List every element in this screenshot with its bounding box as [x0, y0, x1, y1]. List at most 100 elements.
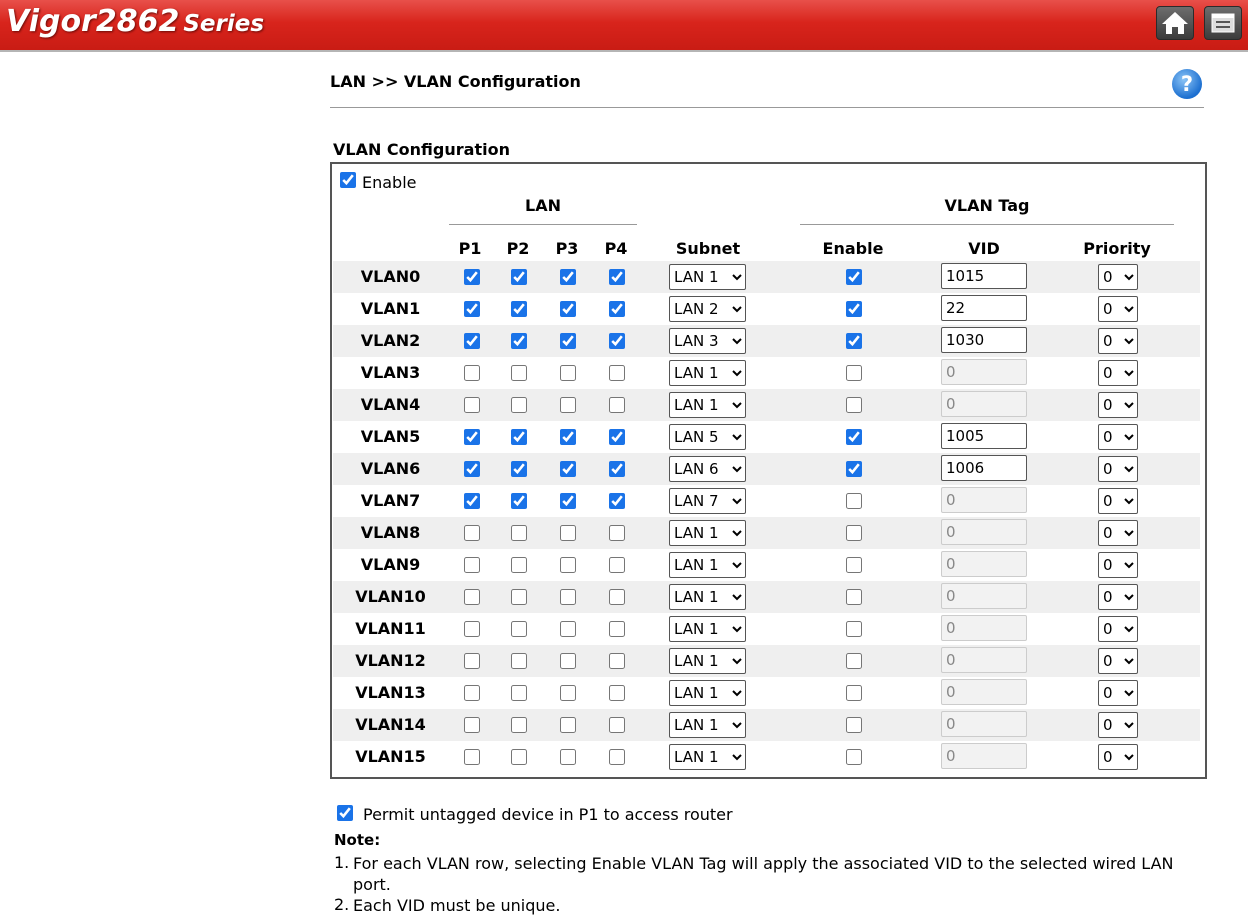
priority-select[interactable]: 0 [1098, 488, 1138, 514]
subnet-select[interactable]: LAN 1 [669, 712, 746, 738]
port-p1-checkbox[interactable] [464, 685, 480, 701]
vlan-tag-enable-checkbox[interactable] [846, 461, 862, 477]
vid-input[interactable] [941, 327, 1027, 353]
vlan-tag-enable-checkbox[interactable] [846, 333, 862, 349]
vid-input[interactable] [941, 487, 1027, 513]
port-p1-checkbox[interactable] [464, 525, 480, 541]
port-p2-checkbox[interactable] [511, 397, 527, 413]
help-icon[interactable]: ? [1172, 69, 1202, 99]
priority-select[interactable]: 0 [1098, 680, 1138, 706]
vlan-enable-checkbox[interactable] [340, 172, 356, 188]
vid-input[interactable] [941, 679, 1027, 705]
priority-select[interactable]: 0 [1098, 616, 1138, 642]
subnet-select[interactable]: LAN 2 [669, 296, 746, 322]
vlan-tag-enable-checkbox[interactable] [846, 621, 862, 637]
port-p3-checkbox[interactable] [560, 621, 576, 637]
port-p3-checkbox[interactable] [560, 333, 576, 349]
port-p2-checkbox[interactable] [511, 301, 527, 317]
priority-select[interactable]: 0 [1098, 360, 1138, 386]
port-p4-checkbox[interactable] [609, 525, 625, 541]
port-p2-checkbox[interactable] [511, 461, 527, 477]
port-p4-checkbox[interactable] [609, 397, 625, 413]
port-p1-checkbox[interactable] [464, 365, 480, 381]
port-p4-checkbox[interactable] [609, 333, 625, 349]
port-p3-checkbox[interactable] [560, 429, 576, 445]
port-p2-checkbox[interactable] [511, 685, 527, 701]
priority-select[interactable]: 0 [1098, 520, 1138, 546]
priority-select[interactable]: 0 [1098, 328, 1138, 354]
vid-input[interactable] [941, 391, 1027, 417]
port-p2-checkbox[interactable] [511, 269, 527, 285]
port-p2-checkbox[interactable] [511, 365, 527, 381]
port-p3-checkbox[interactable] [560, 269, 576, 285]
priority-select[interactable]: 0 [1098, 744, 1138, 770]
priority-select[interactable]: 0 [1098, 648, 1138, 674]
vid-input[interactable] [941, 743, 1027, 769]
port-p4-checkbox[interactable] [609, 717, 625, 733]
priority-select[interactable]: 0 [1098, 264, 1138, 290]
port-p3-checkbox[interactable] [560, 493, 576, 509]
vlan-tag-enable-checkbox[interactable] [846, 653, 862, 669]
port-p2-checkbox[interactable] [511, 749, 527, 765]
permit-untagged-checkbox[interactable] [337, 805, 353, 821]
port-p2-checkbox[interactable] [511, 333, 527, 349]
vlan-tag-enable-checkbox[interactable] [846, 557, 862, 573]
vlan-tag-enable-checkbox[interactable] [846, 525, 862, 541]
port-p1-checkbox[interactable] [464, 557, 480, 573]
vid-input[interactable] [941, 647, 1027, 673]
vlan-tag-enable-checkbox[interactable] [846, 397, 862, 413]
priority-select[interactable]: 0 [1098, 584, 1138, 610]
port-p4-checkbox[interactable] [609, 557, 625, 573]
port-p2-checkbox[interactable] [511, 717, 527, 733]
vid-input[interactable] [941, 583, 1027, 609]
subnet-select[interactable]: LAN 1 [669, 744, 746, 770]
port-p3-checkbox[interactable] [560, 397, 576, 413]
port-p1-checkbox[interactable] [464, 269, 480, 285]
port-p1-checkbox[interactable] [464, 493, 480, 509]
port-p1-checkbox[interactable] [464, 333, 480, 349]
port-p1-checkbox[interactable] [464, 589, 480, 605]
subnet-select[interactable]: LAN 1 [669, 584, 746, 610]
priority-select[interactable]: 0 [1098, 712, 1138, 738]
port-p3-checkbox[interactable] [560, 525, 576, 541]
port-p4-checkbox[interactable] [609, 301, 625, 317]
port-p3-checkbox[interactable] [560, 557, 576, 573]
port-p3-checkbox[interactable] [560, 653, 576, 669]
port-p1-checkbox[interactable] [464, 301, 480, 317]
port-p4-checkbox[interactable] [609, 749, 625, 765]
subnet-select[interactable]: LAN 5 [669, 424, 746, 450]
priority-select[interactable]: 0 [1098, 392, 1138, 418]
vlan-tag-enable-checkbox[interactable] [846, 589, 862, 605]
subnet-select[interactable]: LAN 1 [669, 392, 746, 418]
port-p3-checkbox[interactable] [560, 717, 576, 733]
port-p1-checkbox[interactable] [464, 749, 480, 765]
subnet-select[interactable]: LAN 1 [669, 616, 746, 642]
subnet-select[interactable]: LAN 1 [669, 360, 746, 386]
menu-icon[interactable] [1204, 6, 1242, 40]
port-p2-checkbox[interactable] [511, 525, 527, 541]
vlan-tag-enable-checkbox[interactable] [846, 365, 862, 381]
vid-input[interactable] [941, 551, 1027, 577]
vid-input[interactable] [941, 263, 1027, 289]
vlan-tag-enable-checkbox[interactable] [846, 717, 862, 733]
vlan-tag-enable-checkbox[interactable] [846, 749, 862, 765]
subnet-select[interactable]: LAN 6 [669, 456, 746, 482]
vid-input[interactable] [941, 711, 1027, 737]
port-p1-checkbox[interactable] [464, 653, 480, 669]
subnet-select[interactable]: LAN 1 [669, 680, 746, 706]
subnet-select[interactable]: LAN 1 [669, 264, 746, 290]
priority-select[interactable]: 0 [1098, 552, 1138, 578]
port-p2-checkbox[interactable] [511, 429, 527, 445]
vlan-tag-enable-checkbox[interactable] [846, 429, 862, 445]
port-p3-checkbox[interactable] [560, 749, 576, 765]
vid-input[interactable] [941, 519, 1027, 545]
subnet-select[interactable]: LAN 7 [669, 488, 746, 514]
subnet-select[interactable]: LAN 1 [669, 520, 746, 546]
port-p4-checkbox[interactable] [609, 589, 625, 605]
port-p3-checkbox[interactable] [560, 461, 576, 477]
vid-input[interactable] [941, 423, 1027, 449]
port-p3-checkbox[interactable] [560, 589, 576, 605]
port-p3-checkbox[interactable] [560, 301, 576, 317]
port-p4-checkbox[interactable] [609, 685, 625, 701]
port-p3-checkbox[interactable] [560, 685, 576, 701]
